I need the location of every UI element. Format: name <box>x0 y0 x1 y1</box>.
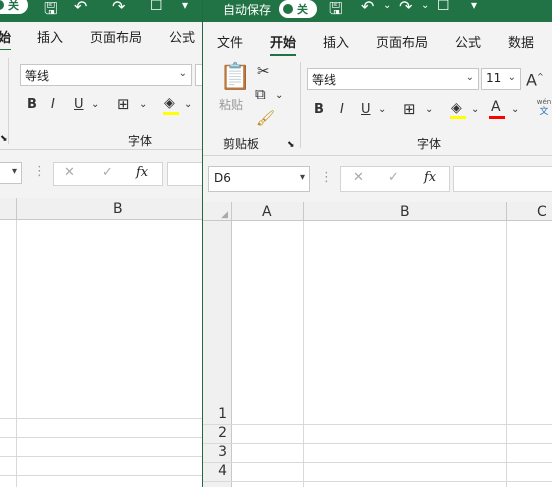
row-header-1[interactable]: 1 <box>203 406 231 424</box>
redo-icon[interactable]: ↷ <box>112 0 125 16</box>
back-font-group-label: 字体 <box>128 134 153 148</box>
customize-toolbar-icon[interactable]: ▾ <box>471 0 477 12</box>
front-ribbon: 📋 粘贴 ✂ ⧉ ⌄ 🖌 剪贴板 ⬊ 等线 ⌄ 11 ⌄ A^ B I U ⌄ ⊞ … <box>203 56 552 156</box>
format-painter-icon[interactable]: 🖌 <box>256 109 275 127</box>
border-button[interactable]: ⊞ <box>117 95 130 113</box>
font-color-icon[interactable]: A <box>491 98 501 116</box>
font-color-bar <box>489 116 505 119</box>
underline-button[interactable]: U <box>361 101 371 119</box>
tab-formulas[interactable]: 公式 <box>455 32 481 51</box>
tab-home[interactable]: 开始 <box>270 32 297 57</box>
tab-page-layout[interactable]: 页面布局 <box>90 27 142 46</box>
cancel-icon[interactable]: ✕ <box>353 170 364 185</box>
back-window: 关 🖫 ↶ ↷ ☐ ▾ 始 插入 页面布局 公式 等线 ⌄ B I U ⌄ ⊞ ⌄… <box>0 0 207 487</box>
front-window: 自动保存 关 🖫 ↶ ⌄ ↷ ⌄ ☐ ▾ 文件 开始 插入 页面布局 公式 数据… <box>202 0 552 487</box>
back-font-name-combo[interactable]: 等线 ⌄ <box>20 64 192 86</box>
fill-color-icon[interactable]: ◈ <box>451 99 462 117</box>
clipboard-group-label: 剪贴板 <box>223 137 260 151</box>
tab-formulas[interactable]: 公式 <box>169 27 195 46</box>
clipboard-icon: 📋 <box>219 62 252 92</box>
copy-icon[interactable]: ⧉ <box>255 85 266 103</box>
italic-button[interactable]: I <box>51 96 55 114</box>
back-column-header-row: B <box>0 198 202 220</box>
fill-color-icon[interactable]: ◈ <box>164 94 175 112</box>
fill-dropdown-icon[interactable]: ⌄ <box>184 96 192 114</box>
customize-toolbar-icon[interactable]: ▾ <box>182 0 188 12</box>
tab-data[interactable]: 数据 <box>508 32 534 51</box>
fill-color-bar <box>450 116 466 119</box>
more-icon: ⋮ <box>320 170 333 185</box>
back-ribbon: 等线 ⌄ B I U ⌄ ⊞ ⌄ ◈ ⌄ 字体 ⬊ <box>0 50 205 150</box>
copy-dropdown-icon[interactable]: ⌄ <box>275 87 283 105</box>
column-header-c[interactable]: C <box>537 204 547 220</box>
italic-button[interactable]: I <box>340 101 344 119</box>
column-header-b[interactable]: B <box>400 204 410 220</box>
column-header-row: ◢ A B C <box>203 202 552 221</box>
row-header-3[interactable]: 3 <box>203 444 231 462</box>
font-size-combo[interactable]: 11 ⌄ <box>481 68 521 90</box>
paste-button[interactable]: 📋 粘贴 <box>217 62 251 112</box>
row-header-2[interactable]: 2 <box>203 425 231 443</box>
cut-icon[interactable]: ✂ <box>257 62 270 80</box>
back-name-box-partial[interactable]: ▾ <box>0 162 22 184</box>
border-dropdown-icon[interactable]: ⌄ <box>425 101 433 119</box>
tab-insert[interactable]: 插入 <box>323 32 349 51</box>
confirm-icon[interactable]: ✓ <box>102 165 113 180</box>
name-box[interactable]: D6 ▾ <box>208 166 310 192</box>
select-all-corner[interactable]: ◢ <box>203 202 232 221</box>
bold-button[interactable]: B <box>314 101 324 119</box>
fill-color-bar <box>163 112 179 115</box>
column-header-a[interactable]: A <box>262 204 272 220</box>
cancel-icon[interactable]: ✕ <box>64 165 75 180</box>
undo-dropdown-icon[interactable]: ⌄ <box>383 0 391 11</box>
back-formula-bar: ▾ ⋮ ✕ ✓ fx <box>0 150 207 198</box>
phonetic-guide-icon[interactable]: wén 文 <box>536 98 552 117</box>
back-formula-input[interactable] <box>167 162 207 186</box>
font-color-dropdown-icon[interactable]: ⌄ <box>511 101 519 119</box>
redo-dropdown-icon[interactable]: ⌄ <box>421 0 429 11</box>
fx-icon[interactable]: fx <box>424 170 436 185</box>
formula-input[interactable] <box>453 166 552 192</box>
undo-icon[interactable]: ↶ <box>361 0 374 16</box>
border-button[interactable]: ⊞ <box>403 100 416 118</box>
tab-home-partial[interactable]: 始 <box>0 27 12 52</box>
font-group-label: 字体 <box>417 137 442 151</box>
row-header-4[interactable]: 4 <box>203 463 231 481</box>
more-icon: ⋮ <box>33 164 46 179</box>
back-ribbon-tabs: 始 插入 页面布局 公式 <box>0 22 202 52</box>
tab-file[interactable]: 文件 <box>217 32 243 51</box>
clipboard-dialog-launcher-icon[interactable]: ⬊ <box>287 140 295 150</box>
touch-mode-icon[interactable]: ☐ <box>437 0 450 14</box>
tab-page-layout[interactable]: 页面布局 <box>376 32 428 51</box>
confirm-icon[interactable]: ✓ <box>388 170 399 185</box>
front-ribbon-tabs: 文件 开始 插入 页面布局 公式 数据 <box>203 22 552 57</box>
front-formula-bar: D6 ▾ ⋮ ✕ ✓ fx <box>203 156 552 202</box>
border-dropdown-icon[interactable]: ⌄ <box>139 96 147 114</box>
column-header-b[interactable]: B <box>113 201 123 217</box>
autosave-toggle[interactable]: 关 <box>279 0 317 18</box>
redo-icon[interactable]: ↷ <box>399 0 412 16</box>
increase-font-icon[interactable]: A^ <box>526 68 544 89</box>
bold-button[interactable]: B <box>27 96 37 114</box>
autosave-label: 自动保存 <box>223 3 272 17</box>
underline-dropdown-icon[interactable]: ⌄ <box>91 96 99 114</box>
fill-dropdown-icon[interactable]: ⌄ <box>471 101 479 119</box>
undo-icon[interactable]: ↶ <box>74 0 87 16</box>
tab-insert[interactable]: 插入 <box>37 27 63 46</box>
back-titlebar: 关 🖫 ↶ ↷ ☐ ▾ <box>0 0 202 22</box>
paste-label: 粘贴 <box>219 98 244 112</box>
fx-icon[interactable]: fx <box>136 165 148 180</box>
formula-buttons: ✕ ✓ fx <box>53 162 163 186</box>
underline-dropdown-icon[interactable]: ⌄ <box>378 101 386 119</box>
touch-mode-icon[interactable]: ☐ <box>150 0 163 14</box>
back-autosave-toggle[interactable]: 关 <box>0 0 28 14</box>
formula-buttons: ✕ ✓ fx <box>340 166 450 192</box>
underline-button[interactable]: U <box>74 96 84 114</box>
front-titlebar: 自动保存 关 🖫 ↶ ⌄ ↷ ⌄ ☐ ▾ <box>203 0 552 22</box>
dialog-launcher-icon[interactable]: ⬊ <box>0 134 8 144</box>
font-name-combo[interactable]: 等线 ⌄ <box>307 68 479 90</box>
